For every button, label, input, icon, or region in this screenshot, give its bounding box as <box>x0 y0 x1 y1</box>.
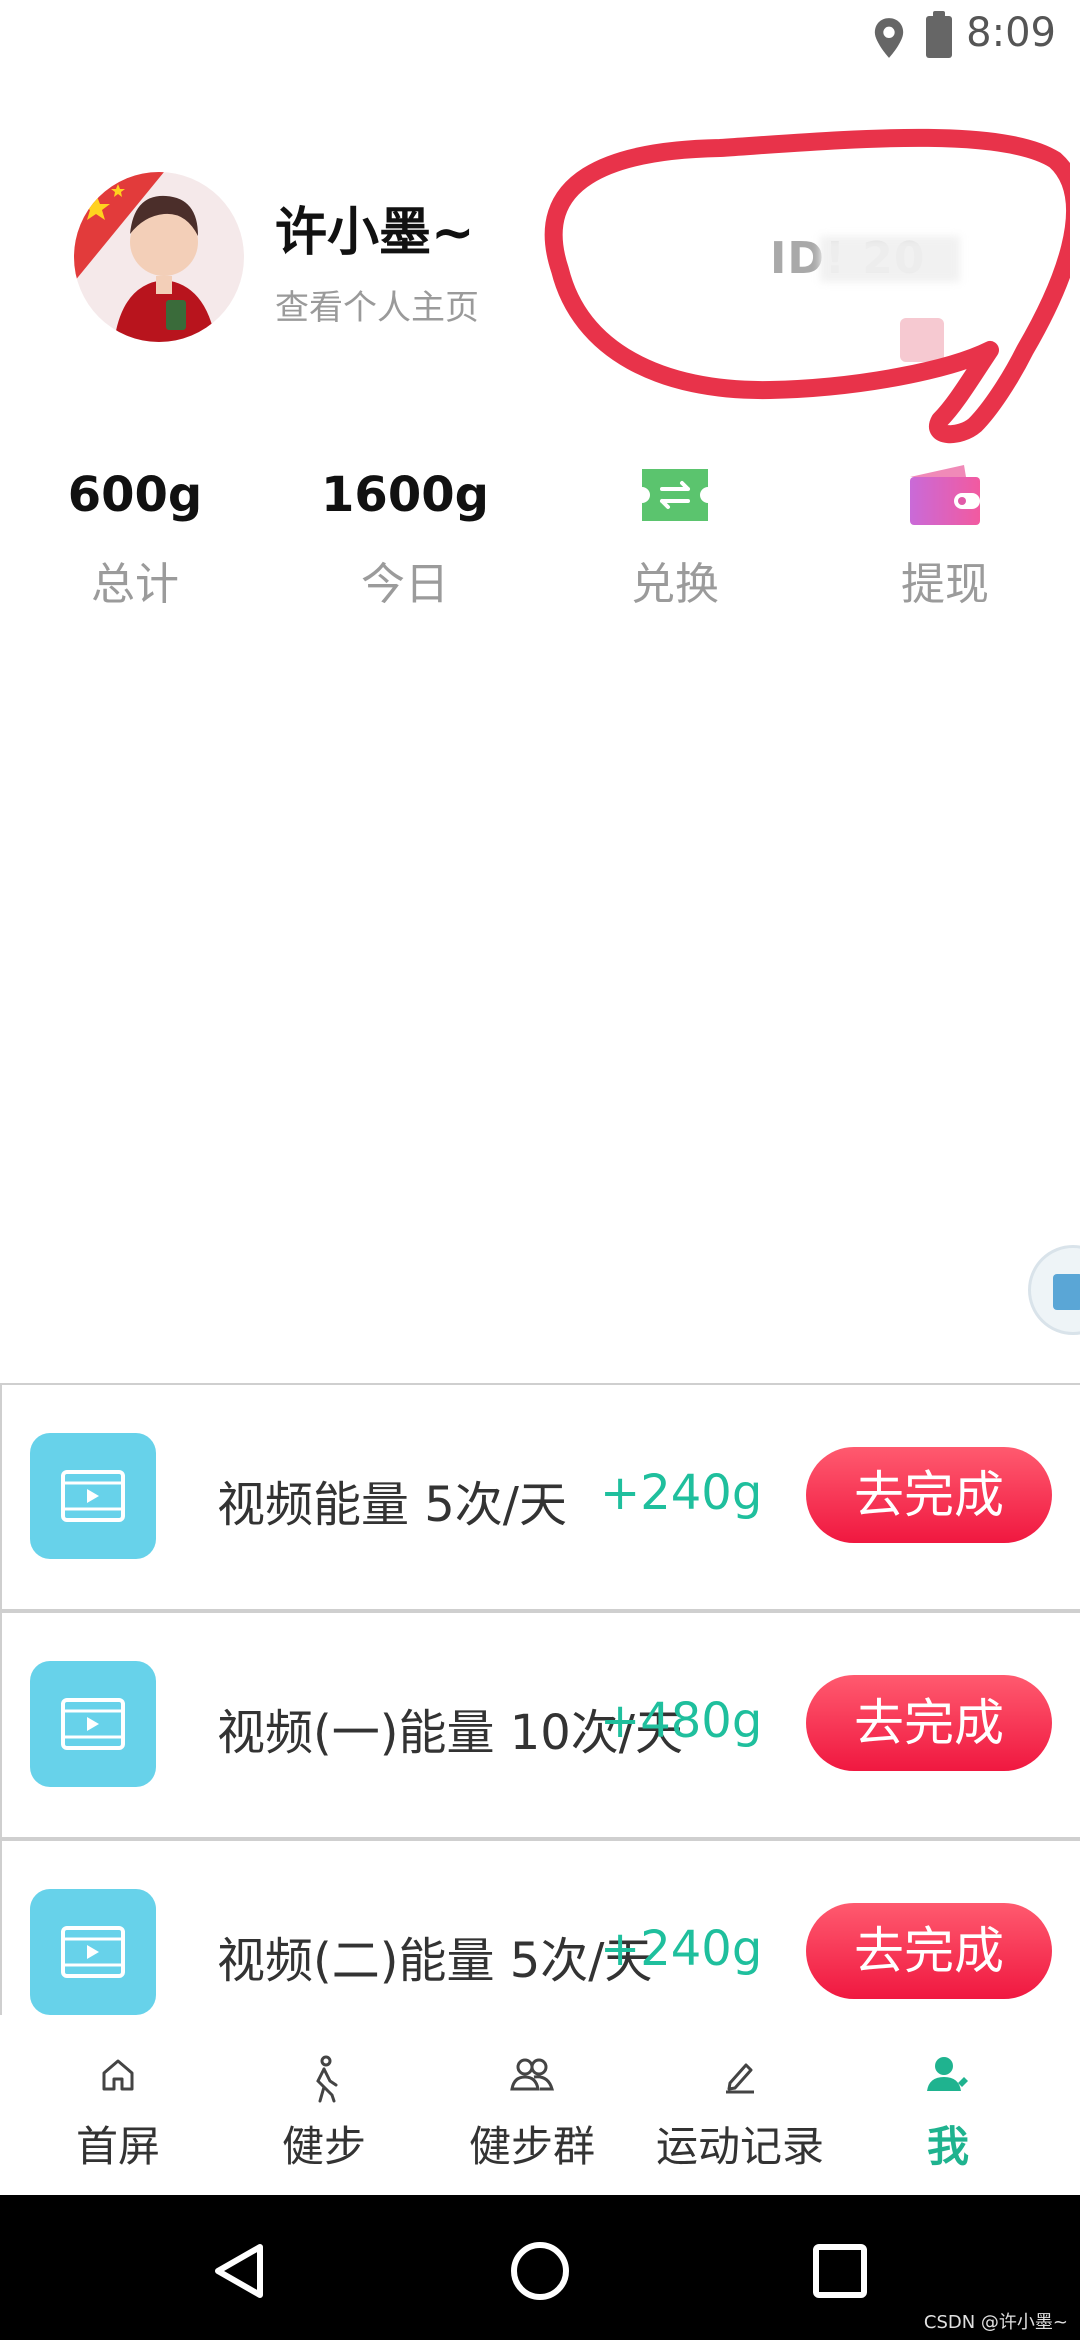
task-bonus: +240g <box>600 1465 763 1521</box>
stats-row: 600g 总计 1600g 今日 兑换 提现 <box>0 460 1080 630</box>
tab-exercise-records[interactable]: 运动记录 <box>632 2015 848 2195</box>
battery-icon <box>926 11 952 58</box>
tab-me[interactable]: 我 <box>840 2015 1056 2195</box>
task-bonus: +480g <box>600 1693 763 1749</box>
tab-me-label: 我 <box>926 2122 969 2171</box>
floating-widget-button[interactable] <box>1028 1245 1080 1335</box>
stat-total-value: 600g <box>67 467 203 523</box>
user-icon <box>927 2057 968 2091</box>
red-scribble-annotation <box>544 128 1070 444</box>
group-icon <box>510 2058 554 2091</box>
withdraw-button[interactable]: 提现 <box>810 460 1080 612</box>
system-navigation-bar: CSDN @许小墨~ <box>0 2195 1080 2340</box>
watermark: CSDN @许小墨~ <box>923 2312 1068 2333</box>
go-complete-button[interactable]: 去完成 <box>806 1447 1052 1543</box>
tab-home[interactable]: 首屏 <box>10 2015 226 2195</box>
task-row: 视频(二)能量 5次/天 +240g 去完成 <box>0 1839 1080 2015</box>
tab-exercise-records-label: 运动记录 <box>655 2122 824 2171</box>
stat-total-label: 总计 <box>91 559 179 610</box>
profile-name: 许小墨~ <box>275 203 475 263</box>
stat-total: 600g 总计 <box>0 460 270 612</box>
task-row: 视频(一)能量 10次/天 +480g 去完成 <box>0 1611 1080 1839</box>
stat-today: 1600g 今日 <box>270 460 540 612</box>
avatar-image <box>74 172 244 342</box>
task-title: 视频(二)能量 5次/天 <box>217 1933 653 1989</box>
exchange-icon <box>642 469 708 521</box>
walking-icon <box>316 2055 338 2103</box>
video-icon <box>30 1433 156 1559</box>
back-icon[interactable] <box>210 2241 270 2301</box>
withdraw-label: 提现 <box>901 559 989 610</box>
video-icon <box>30 1661 156 1787</box>
edit-icon <box>726 2063 754 2094</box>
go-complete-button[interactable]: 去完成 <box>806 1903 1052 1999</box>
task-title: 视频能量 5次/天 <box>217 1477 567 1533</box>
task-list: 视频能量 5次/天 +240g 去完成 视频(一)能量 10次/天 +480g … <box>0 1383 1080 2015</box>
tab-walk-group[interactable]: 健步群 <box>424 2015 640 2195</box>
exchange-button[interactable]: 兑换 <box>540 460 810 612</box>
task-row: 视频能量 5次/天 +240g 去完成 <box>0 1383 1080 1611</box>
stat-today-label: 今日 <box>361 559 449 610</box>
go-complete-button[interactable]: 去完成 <box>806 1675 1052 1771</box>
task-bonus: +240g <box>600 1921 763 1977</box>
tab-walk-group-label: 健步群 <box>468 2122 595 2171</box>
home-circle-icon[interactable] <box>508 2239 572 2303</box>
status-bar: 8:09 <box>0 0 1080 80</box>
home-icon <box>102 2059 134 2091</box>
wallet-icon <box>910 465 980 525</box>
status-time: 8:09 <box>966 10 1056 56</box>
tab-home-label: 首屏 <box>75 2122 160 2171</box>
stat-today-value: 1600g <box>321 467 489 523</box>
exchange-label: 兑换 <box>631 559 719 610</box>
tab-walk[interactable]: 健步 <box>216 2015 432 2195</box>
location-icon <box>874 18 904 58</box>
video-icon <box>30 1889 156 2015</box>
view-profile-link[interactable]: 查看个人主页 <box>275 280 479 329</box>
avatar[interactable] <box>74 172 244 342</box>
tab-walk-label: 健步 <box>281 2122 366 2171</box>
recents-square-icon[interactable] <box>810 2241 870 2301</box>
bottom-tab-bar: 首屏 健步 健步群 运动记录 我 <box>0 2015 1080 2195</box>
